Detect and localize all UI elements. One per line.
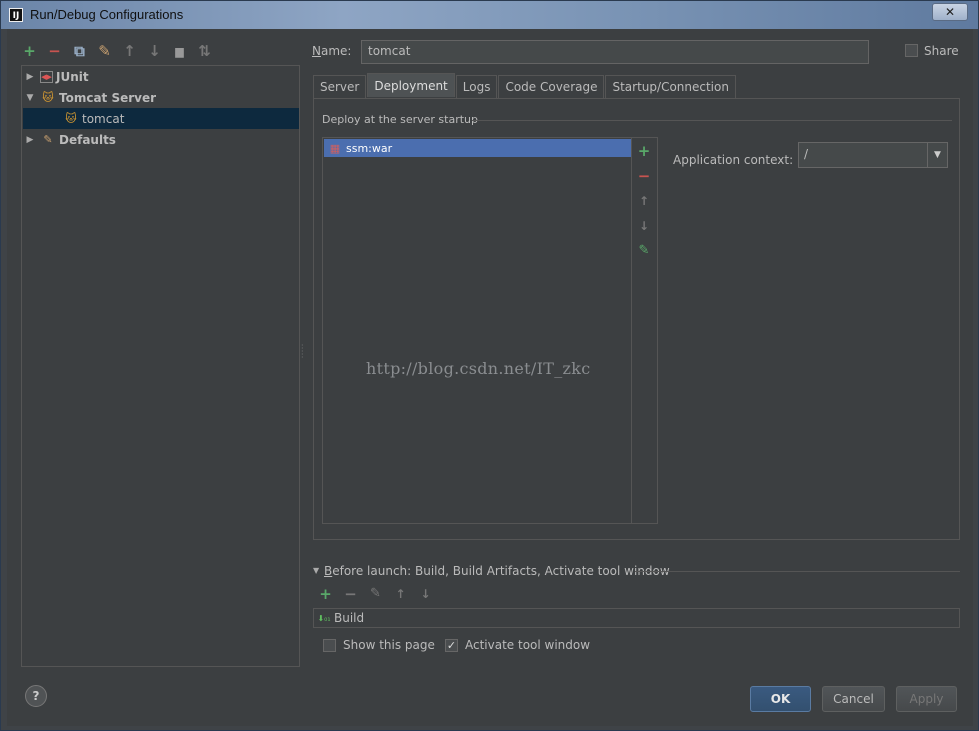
panel-splitter[interactable]: · · · · · — [301, 342, 304, 362]
remove-icon[interactable]: − — [46, 42, 63, 60]
artifact-label: ssm:war — [346, 141, 393, 155]
add-icon[interactable]: + — [21, 42, 38, 60]
move-down-icon[interactable]: ↓ — [416, 585, 435, 602]
tree-item-tomcat-server[interactable]: ▼ 🐱 Tomcat Server — [24, 87, 157, 108]
tree-item-defaults[interactable]: ▶ ✎ Defaults — [24, 129, 116, 150]
add-icon[interactable]: + — [632, 138, 656, 163]
before-launch-toolbar: + − ✎ ↑ ↓ — [316, 585, 435, 603]
tree-item-label: Defaults — [59, 132, 116, 147]
watermark: http://blog.csdn.net/IT_zkc — [366, 359, 591, 378]
app-context-label: Application context: — [673, 153, 794, 167]
remove-icon[interactable]: − — [341, 585, 360, 603]
config-tabs: Server Deployment Logs Code Coverage Sta… — [313, 73, 737, 98]
wrench-icon: ✎ — [43, 133, 53, 146]
tree-item-label: Tomcat Server — [59, 90, 157, 105]
tab-code-coverage[interactable]: Code Coverage — [498, 75, 605, 98]
move-down-icon[interactable]: ↓ — [632, 213, 656, 238]
move-up-icon[interactable]: ↑ — [632, 188, 656, 213]
name-label: Name: — [312, 44, 352, 58]
cancel-button[interactable]: Cancel — [822, 686, 885, 712]
tab-logs[interactable]: Logs — [455, 75, 498, 98]
edit-icon[interactable]: ✎ — [632, 238, 656, 263]
tab-startup-connection[interactable]: Startup/Connection — [605, 75, 736, 98]
tomcat-icon: 🐱 — [65, 112, 77, 125]
section-divider — [472, 120, 952, 121]
build-icon: ⬇₀₁ — [317, 613, 331, 623]
tree-item-tomcat[interactable]: 🐱 tomcat — [23, 108, 299, 129]
tab-deployment[interactable]: Deployment — [367, 73, 455, 97]
move-down-icon[interactable]: ↓ — [146, 42, 163, 60]
name-input[interactable]: tomcat — [361, 40, 869, 64]
config-tree[interactable]: ▶ ◀▶ JUnit ▼ 🐱 Tomcat Server 🐱 tomcat ▶ … — [21, 65, 300, 667]
intellij-icon: IJ — [9, 8, 23, 22]
chevron-down-icon[interactable]: ▼ — [927, 143, 947, 167]
section-divider — [635, 571, 960, 572]
move-up-icon[interactable]: ↑ — [121, 42, 138, 60]
help-button[interactable]: ? — [25, 685, 47, 707]
remove-icon[interactable]: − — [632, 163, 656, 188]
app-context-value: / — [804, 147, 809, 161]
folder-icon[interactable]: ▆ — [171, 43, 188, 60]
tree-item-label: JUnit — [56, 69, 89, 84]
artifact-list[interactable]: ▦ ssm:war — [322, 137, 632, 524]
tab-server[interactable]: Server — [313, 75, 367, 98]
edit-icon[interactable]: ✎ — [366, 585, 385, 602]
move-up-icon[interactable]: ↑ — [391, 585, 410, 602]
collapse-arrow-icon[interactable]: ▼ — [24, 93, 36, 103]
title-bar[interactable]: IJ Run/Debug Configurations ✕ — [1, 1, 978, 29]
before-launch-list[interactable]: ⬇₀₁ Build — [313, 608, 960, 628]
before-launch-label[interactable]: Before launch: Build, Build Artifacts, A… — [324, 564, 670, 578]
tree-item-label: tomcat — [82, 111, 125, 126]
activate-tool-window-label: Activate tool window — [465, 638, 591, 652]
expand-arrow-icon[interactable]: ▶ — [24, 72, 36, 82]
copy-icon[interactable]: ⧉ — [71, 42, 88, 60]
sort-icon[interactable]: ⇅ — [196, 42, 213, 60]
section-title: Deploy at the server startup — [322, 113, 479, 126]
list-item[interactable]: Build — [334, 611, 364, 625]
deployment-panel: Deploy at the server startup ▦ ssm:war +… — [313, 98, 960, 540]
close-button[interactable]: ✕ — [932, 3, 968, 21]
show-this-page-checkbox[interactable] — [323, 639, 336, 652]
share-checkbox[interactable] — [905, 44, 918, 57]
wrench-icon[interactable]: ✎ — [96, 42, 113, 60]
apply-button[interactable]: Apply — [896, 686, 957, 712]
collapse-arrow-icon[interactable]: ▼ — [313, 566, 319, 575]
war-artifact-icon: ▦ — [329, 141, 341, 155]
add-icon[interactable]: + — [316, 585, 335, 603]
share-label: Share — [924, 44, 959, 58]
tree-item-junit[interactable]: ▶ ◀▶ JUnit — [24, 66, 89, 87]
tomcat-icon: 🐱 — [42, 91, 54, 104]
artifact-list-toolbar: + − ↑ ↓ ✎ — [632, 137, 658, 524]
show-this-page-label: Show this page — [343, 638, 435, 652]
junit-icon: ◀▶ — [40, 70, 53, 83]
config-toolbar: + − ⧉ ✎ ↑ ↓ ▆ ⇅ — [21, 41, 213, 61]
activate-tool-window-checkbox[interactable]: ✓ — [445, 639, 458, 652]
dialog-window: IJ Run/Debug Configurations ✕ + − ⧉ ✎ ↑ … — [0, 0, 979, 731]
dialog-content: + − ⧉ ✎ ↑ ↓ ▆ ⇅ ▶ ◀▶ JUnit ▼ 🐱 Tomcat Se… — [7, 29, 973, 726]
expand-arrow-icon[interactable]: ▶ — [24, 135, 36, 145]
window-title: Run/Debug Configurations — [30, 7, 184, 22]
ok-button[interactable]: OK — [750, 686, 811, 712]
app-context-combobox[interactable]: / ▼ — [798, 142, 948, 168]
list-item[interactable]: ▦ ssm:war — [324, 139, 631, 157]
